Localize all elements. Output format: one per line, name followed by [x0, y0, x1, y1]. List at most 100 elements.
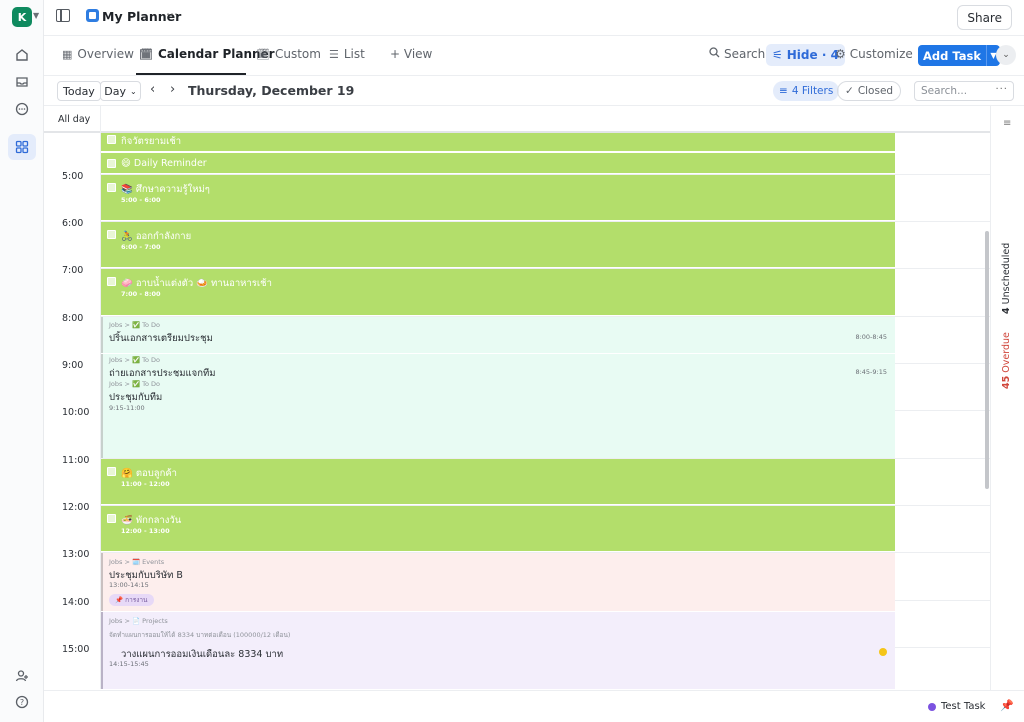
divider: [100, 106, 101, 133]
calendar-event[interactable]: Jobs > ✅ To Do ปริ้นเอกสารเตรียมประชุม 8…: [101, 317, 895, 353]
hour-label: 9:00: [62, 360, 84, 371]
event-title: 🍜 พักกลางวัน: [121, 515, 182, 526]
tab-custom[interactable]: 🗓 Custom: [256, 47, 321, 61]
more-circle-icon[interactable]: [12, 99, 32, 119]
pin-icon[interactable]: 📌: [1000, 699, 1014, 712]
add-task-button[interactable]: Add Task: [918, 45, 986, 66]
workspace-avatar[interactable]: K: [12, 7, 32, 27]
overdue-tab[interactable]: 45 Overdue: [1001, 332, 1012, 389]
tab-overview[interactable]: ▦ Overview: [62, 47, 134, 61]
add-view-button[interactable]: + View: [390, 47, 432, 61]
checkbox[interactable]: [107, 514, 116, 523]
hide-label: Hide · 4: [786, 48, 839, 62]
hour-label: 11:00: [62, 455, 90, 466]
active-tab-indicator: [136, 73, 246, 75]
calendar-event[interactable]: 🤗 ตอบลูกค้า 11:00 - 12:00: [101, 459, 895, 505]
checkbox[interactable]: [107, 183, 116, 192]
home-icon[interactable]: [12, 45, 32, 65]
checkbox[interactable]: [107, 135, 116, 144]
hour-label: 14:00: [62, 597, 90, 608]
status-icon: [879, 648, 887, 656]
calendar-event[interactable]: Jobs > 🗓️ Events ประชุมกับบริษัท B 13:00…: [101, 553, 895, 611]
more-icon[interactable]: ···: [995, 84, 1008, 95]
list-icon: ☰: [329, 47, 339, 61]
next-day-icon[interactable]: ›: [170, 82, 175, 97]
event-title: ประชุมกับทีม: [109, 392, 163, 403]
event-breadcrumb: Jobs > 🗓️ Events: [109, 558, 165, 566]
search-icon: [709, 47, 720, 61]
calendar-event[interactable]: 😄 Daily Reminder: [101, 153, 895, 174]
calendar-search-input[interactable]: Search... ···: [914, 81, 1014, 101]
scrollbar[interactable]: [985, 231, 989, 489]
previous-day-icon[interactable]: ‹: [150, 82, 155, 97]
day-grid[interactable]: 5:00 6:00 7:00 8:00 9:00 10:00 11:00 12:…: [44, 133, 990, 689]
more-icon[interactable]: ⋯: [166, 7, 179, 21]
event-title: 😄 Daily Reminder: [121, 158, 207, 169]
test-task-chip[interactable]: Test Task: [928, 701, 985, 712]
help-icon[interactable]: ?: [12, 692, 32, 712]
event-title: 🚴 ออกกำลังกาย: [121, 231, 192, 242]
calendar-event[interactable]: กิจวัตรยามเช้า: [101, 133, 895, 152]
day-select-label: Day: [104, 84, 127, 98]
checkbox[interactable]: [107, 467, 116, 476]
hour-label: 7:00: [62, 265, 84, 276]
planner-icon: [86, 9, 99, 22]
checkbox[interactable]: [107, 159, 116, 168]
event-time: 14:15-15:45: [109, 660, 149, 668]
share-button[interactable]: Share: [957, 5, 1012, 30]
customize-button[interactable]: ⚙ Customize: [835, 47, 913, 61]
hour-label: 5:00: [62, 171, 84, 182]
overview-icon: ▦: [62, 47, 73, 61]
hour-label: 8:00: [62, 313, 84, 324]
closed-toggle[interactable]: ✓ Closed: [837, 81, 902, 101]
calendar-event[interactable]: 📚 ศึกษาความรู้ใหม่ๆ 5:00 - 6:00: [101, 175, 895, 221]
overdue-label: Overdue: [1001, 332, 1012, 373]
tag-badge[interactable]: 📌 การงาน: [109, 594, 154, 606]
sidebar-toggle-icon[interactable]: [56, 9, 70, 22]
top-bar: My Planner ⋯ Share: [44, 0, 1024, 36]
search-label: Search: [724, 47, 766, 61]
day-view-select[interactable]: Day ⌄: [100, 81, 141, 101]
calendar-event[interactable]: 🍜 พักกลางวัน 12:00 - 13:00: [101, 506, 895, 552]
calendar-event[interactable]: Jobs > ✅ To Do ประชุมกับทีม 9:15-11:00: [101, 377, 895, 458]
status-dot-icon: [928, 702, 936, 711]
search-button[interactable]: Search: [709, 47, 765, 61]
chevron-down-icon[interactable]: ⌄: [996, 45, 1016, 65]
filters-label: 4 Filters: [791, 85, 834, 97]
add-user-icon[interactable]: [12, 666, 32, 686]
spaces-grid-icon[interactable]: [8, 134, 36, 160]
chevron-down-icon: ⌄: [130, 86, 137, 96]
sliders-icon: ⚟: [772, 48, 783, 62]
unscheduled-tab[interactable]: 4 Unscheduled: [1001, 243, 1012, 314]
calendar-event[interactable]: Jobs > 📄 Projects จัดทำแผนการออมให้ได้ 8…: [101, 612, 895, 689]
all-day-label: All day: [58, 114, 91, 125]
unscheduled-count: 4: [1001, 307, 1012, 314]
event-breadcrumb: Jobs > 📄 Projects: [109, 617, 168, 625]
event-title: 🧼 อาบน้ำแต่งตัว 🍛 ทานอาหารเช้า: [121, 278, 272, 289]
event-parent-task: จัดทำแผนการออมให้ได้ 8334 บาทต่อเดือน (1…: [109, 631, 291, 639]
chevron-down-icon[interactable]: ▼: [33, 11, 39, 20]
tab-label: List: [343, 47, 365, 61]
calendar-event[interactable]: Jobs > ✅ To Do ถ่ายเอกสารประชุมแจกทีม 8:…: [101, 354, 895, 378]
event-title: 🤗 ตอบลูกค้า: [121, 468, 178, 479]
today-button[interactable]: Today: [57, 81, 101, 101]
tab-list[interactable]: ☰ List: [329, 47, 365, 61]
menu-icon[interactable]: ≡: [1003, 118, 1011, 129]
tab-calendar-planner[interactable]: 🗓 Calendar Planner: [139, 47, 275, 61]
all-day-row[interactable]: All day: [44, 106, 990, 133]
left-rail: K ▼ ?: [0, 0, 44, 722]
checkbox[interactable]: [107, 230, 116, 239]
checkbox[interactable]: [107, 277, 116, 286]
calendar-event[interactable]: 🚴 ออกกำลังกาย 6:00 - 7:00: [101, 222, 895, 268]
customize-label: Customize: [849, 47, 913, 61]
hide-button[interactable]: ⚟ Hide · 4: [766, 44, 845, 66]
event-breadcrumb: Jobs > ✅ To Do: [109, 321, 161, 329]
inbox-icon[interactable]: [12, 72, 32, 92]
calendar-icon: 🗓: [256, 47, 270, 61]
test-task-label: Test Task: [941, 701, 986, 712]
calendar-event[interactable]: 🧼 อาบน้ำแต่งตัว 🍛 ทานอาหารเช้า 7:00 - 8:…: [101, 269, 895, 316]
event-time: 9:15-11:00: [109, 404, 145, 412]
filters-button[interactable]: ≡ 4 Filters: [773, 81, 840, 101]
event-breadcrumb: Jobs > ✅ To Do: [109, 380, 161, 388]
unscheduled-label: Unscheduled: [1001, 242, 1012, 305]
